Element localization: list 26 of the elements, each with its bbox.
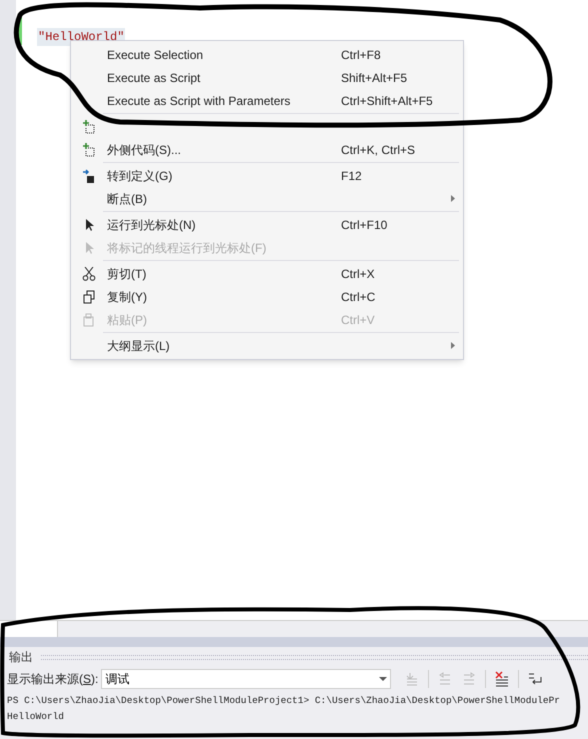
menu-item[interactable]: 剪切(T) Ctrl+X	[71, 262, 463, 285]
scissors-icon	[82, 266, 96, 280]
menu-item[interactable]: 断点(B)	[71, 187, 463, 210]
paste-icon	[82, 312, 96, 326]
go-to-definition-icon	[82, 168, 96, 182]
menu-item[interactable]: 转到定义(G) F12	[71, 164, 463, 187]
source-label: 显示输出来源(S):	[7, 671, 98, 688]
menu-item[interactable]: 外侧代码(S)... Ctrl+K, Ctrl+S	[71, 138, 463, 161]
submenu-arrow-icon	[451, 195, 455, 202]
menu-item[interactable]: 复制(Y) Ctrl+C	[71, 285, 463, 308]
output-line: PS C:\Users\ZhaoJia\Desktop\PowerShellModuleProject1> C:\Users\ZhaoJia\Desktop\PowerShellModulePr	[7, 694, 561, 708]
word-wrap-icon[interactable]	[527, 671, 544, 687]
caret-icon	[379, 676, 388, 682]
clear-all-icon[interactable]	[494, 671, 510, 687]
submenu-arrow-icon	[451, 342, 455, 349]
menu-item[interactable]: Execute Selection Ctrl+F8	[71, 43, 463, 66]
output-line: HelloWorld	[7, 710, 66, 724]
snippet-icon	[82, 142, 96, 156]
copy-icon	[82, 290, 96, 304]
snippet-icon	[82, 120, 96, 134]
menu-item[interactable]: 运行到光标处(N) Ctrl+F10	[71, 213, 463, 236]
panel-title: 输出	[8, 649, 33, 666]
menu-item[interactable]: Execute as Script Shift+Alt+F5	[71, 66, 463, 89]
source-dropdown[interactable]: 调试	[101, 669, 392, 689]
menu-item[interactable]: 大纲显示(L)	[71, 334, 463, 357]
menu-item[interactable]: Execute as Script with Parameters Ctrl+Shift+Alt+F5	[71, 89, 463, 112]
